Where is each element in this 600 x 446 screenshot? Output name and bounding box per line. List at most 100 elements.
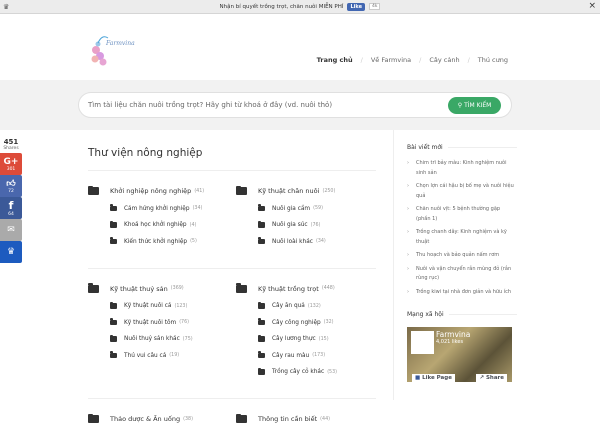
fb-like-button[interactable]: Like — [347, 2, 365, 11]
recent-post-link[interactable]: Thu hoạch và bảo quản nấm rơm — [407, 251, 515, 261]
folder-icon — [258, 318, 265, 326]
subcategory-name: Kỹ thuật nuôi cá — [124, 303, 172, 309]
recent-post-link[interactable]: Nuôi và vận chuyển rắn mùng đỏ (rắn rùng… — [407, 265, 515, 284]
fb-page-widget[interactable]: Farmvina 4,021 likes ■ Like Page ↗ Share — [407, 327, 512, 382]
fb-page-likes: 4,021 likes — [436, 339, 464, 345]
share-bar: 451 Shares G+ 301 👍︎ 72 f 64 ✉ ♛ — [0, 138, 22, 263]
subcategory-link[interactable]: Cây công nghiệp (32) — [258, 318, 376, 327]
category-link[interactable]: Thông tin cần biết (44) — [236, 413, 376, 424]
crown-share-button[interactable]: ♛ — [0, 241, 22, 263]
subcategory-name: Cảm hứng khởi nghiệp — [124, 205, 190, 212]
category-count: (44) — [320, 416, 331, 422]
folder-icon — [110, 318, 117, 326]
folder-icon — [258, 204, 265, 212]
search-input[interactable]: Tìm tài liệu chăn nuôi trồng trọt? Hãy g… — [78, 92, 512, 118]
search-button[interactable]: ⚲ TÌM KIẾM — [448, 97, 501, 114]
subcategory-name: Nuôi gia cầm — [272, 205, 311, 212]
recent-post-link[interactable]: Trồng kiwi tại nhà đơn giản và hữu ích — [407, 288, 515, 298]
gplus-share-button[interactable]: G+ 301 — [0, 153, 22, 175]
subcategory-name: Kỹ thuật nuôi tôm — [124, 319, 177, 326]
subcategory-count: (132) — [307, 303, 321, 309]
subcategory-count: (4) — [189, 222, 197, 228]
subcategory-name: Cây công nghiệp — [272, 319, 321, 326]
category-link[interactable]: Kỹ thuật trồng trọt (448) — [236, 283, 376, 294]
facebook-share-button[interactable]: f 64 — [0, 197, 22, 219]
like-share-button[interactable]: 👍︎ 72 — [0, 175, 22, 197]
subcategory-link[interactable]: Cây lương thực (15) — [258, 334, 376, 344]
fb-page-name[interactable]: Farmvina — [436, 330, 470, 339]
subcategory-count: (59) — [313, 206, 323, 211]
library: Thư viện nông nghiệp Khởi nghiệp nông ng… — [88, 130, 376, 446]
category-name: Kỹ thuật chăn nuôi — [258, 187, 320, 195]
folder-icon — [258, 301, 265, 309]
subcategory-link[interactable]: Nuôi loài khác (34) — [258, 237, 376, 246]
subcategory-link[interactable]: Khoá học khởi nghiệp (4) — [110, 220, 236, 230]
category-link[interactable]: Kỹ thuật thuỷ sản (369) — [88, 283, 236, 294]
subcategory-link[interactable]: Thú vui câu cá (19) — [110, 351, 236, 360]
category-name: Kỹ thuật thuỷ sản — [110, 284, 168, 293]
subcategory-link[interactable]: Trồng cây cỏ khác (53) — [258, 367, 376, 377]
email-share-button[interactable]: ✉ — [0, 219, 22, 241]
folder-icon — [258, 220, 265, 228]
subcategory-count: (5) — [190, 239, 197, 244]
page-title: Thư viện nông nghiệp — [88, 147, 376, 171]
category-count: (38) — [183, 416, 193, 422]
social-heading: Mạng xã hội — [407, 311, 517, 318]
subcategory-link[interactable]: Kỹ thuật nuôi cá (123) — [110, 301, 236, 311]
subcategory-link[interactable]: Nuôi thuỷ sản khác (75) — [110, 334, 236, 344]
category-name: Thảo dược & Ăn uống — [110, 415, 181, 423]
logo[interactable]: Farmvina — [86, 28, 136, 68]
subcategory-link[interactable]: Cây ăn quả (132) — [258, 301, 376, 311]
category-column: Khởi nghiệp nông nghiệp (41) Cảm hứng khởi… — [88, 185, 236, 254]
nav-pets[interactable]: Thú cưng — [478, 56, 508, 64]
search-placeholder: Tìm tài liệu chăn nuôi trồng trọt? Hãy g… — [88, 101, 333, 109]
folder-icon — [258, 237, 265, 245]
folder-icon — [236, 413, 247, 423]
email-icon: ✉ — [7, 225, 15, 235]
folder-icon — [110, 334, 117, 342]
nav-about[interactable]: Về Farmvina — [371, 56, 411, 64]
fb-like-page-button[interactable]: ■ Like Page — [412, 374, 455, 382]
category-column: Kỹ thuật chăn nuôi (250) Nuôi gia cầm (59) N… — [236, 185, 376, 254]
recent-post-link[interactable]: Chọn lợn cái hậu bị bố mẹ và nuôi hiệu q… — [407, 182, 515, 201]
subcategory-name: Nuôi thuỷ sản khác — [124, 336, 180, 342]
category-row: Khởi nghiệp nông nghiệp (41) Cảm hứng khởi… — [88, 171, 376, 269]
category-row: Kỹ thuật thuỷ sản (369) Kỹ thuật nuôi cá (1… — [88, 269, 376, 399]
subcategory-link[interactable]: Cảm hứng khởi nghiệp (34) — [110, 204, 236, 213]
folder-icon — [110, 220, 117, 228]
crown-icon[interactable]: ♛ — [3, 3, 9, 11]
share-label: Shares — [3, 146, 19, 151]
close-icon[interactable]: × — [588, 1, 596, 11]
subcategory-link[interactable]: Cây rau màu (173) — [258, 351, 376, 360]
category-link[interactable]: Thảo dược & Ăn uống (38) — [88, 413, 236, 424]
subcategory-link[interactable]: Nuôi gia súc (76) — [258, 220, 376, 230]
subcategory-count: (123) — [174, 303, 188, 309]
facebook-icon: f — [8, 199, 14, 212]
nav-ornamental[interactable]: Cây cảnh — [429, 56, 459, 64]
subcategory-link[interactable]: Nuôi gia cầm (59) — [258, 204, 376, 213]
folder-icon — [110, 351, 117, 359]
subcategory-name: Cây ăn quả — [272, 303, 305, 309]
category-link[interactable]: Kỹ thuật chăn nuôi (250) — [236, 185, 376, 196]
subcategory-link[interactable]: Kiến thức khởi nghiệp (5) — [110, 237, 236, 246]
category-name: Khởi nghiệp nông nghiệp — [110, 187, 192, 195]
category-link[interactable]: Khởi nghiệp nông nghiệp (41) — [88, 185, 236, 196]
promo-bar: ♛ Nhận bí quyết trồng trọt, chăn nuôi MI… — [0, 0, 600, 14]
logo-text: Farmvina — [105, 40, 135, 47]
recent-post-link[interactable]: Chim trĩ bảy màu: Kinh nghiệm nuôi sinh … — [407, 159, 515, 178]
folder-icon — [88, 413, 99, 423]
category-count: (369) — [170, 286, 184, 291]
subcategory-count: (34) — [315, 239, 326, 244]
folder-icon — [110, 237, 117, 245]
gplus-icon: G+ — [3, 156, 19, 167]
subcategory-count: (76) — [179, 320, 190, 325]
nav-home[interactable]: Trang chủ — [317, 56, 353, 64]
fb-share-button[interactable]: ↗ Share — [476, 374, 507, 382]
category-row: Thảo dược & Ăn uống (38) Thông tin cần biế… — [88, 399, 376, 446]
recent-post-link[interactable]: Trồng chanh dây: Kinh nghiệm và kỹ thuật — [407, 228, 515, 247]
fb-like-count: 4k — [368, 3, 381, 10]
folder-icon — [236, 185, 247, 195]
subcategory-link[interactable]: Kỹ thuật nuôi tôm (76) — [110, 318, 236, 327]
recent-post-link[interactable]: Chăn nuôi vịt: 5 bệnh thường gặp (phần 1… — [407, 205, 515, 224]
folder-icon — [258, 367, 265, 375]
